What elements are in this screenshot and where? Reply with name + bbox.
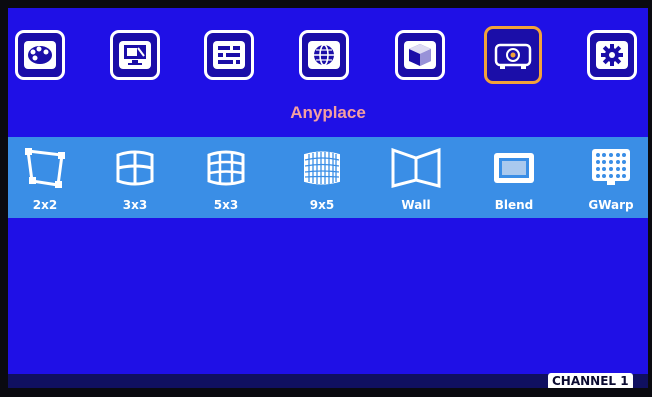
curved-grid-3x3-icon [116,150,154,186]
monitor-settings-icon[interactable] [110,30,160,80]
corner-points-icon [25,148,65,188]
sub-item-label: 2x2 [32,198,58,212]
curved-grid-9x5-icon [304,151,340,185]
sub-item-2x2[interactable]: 2x2 [8,137,82,218]
palette-icon[interactable] [15,30,65,80]
gear-icon[interactable] [587,30,637,80]
osd-screen: Anyplace 2x2 3x3 5x3 9x5 Wall Blend GWar… [8,8,648,388]
channel-badge: CHANNEL 1 [548,373,633,388]
sub-item-3x3[interactable]: 3x3 [98,137,172,218]
projector-icon[interactable] [484,26,542,84]
sub-item-label: 5x3 [213,198,239,212]
sub-item-wall[interactable]: Wall [379,137,453,218]
3d-cube-icon[interactable] [395,30,445,80]
sub-item-label: 9x5 [309,198,335,212]
input-sliders-icon[interactable] [204,30,254,80]
curved-grid-5x3-icon [207,150,245,186]
sub-menu-bar: 2x2 3x3 5x3 9x5 Wall Blend GWarp [8,137,648,218]
sub-item-gwarp[interactable]: GWarp [574,137,648,218]
sub-item-label: 3x3 [122,198,148,212]
top-menu [8,26,648,88]
sub-item-label: Wall [401,198,431,212]
corner-wall-icon [391,147,441,188]
sub-item-label: Blend [494,198,534,212]
sub-item-9x5[interactable]: 9x5 [285,137,359,218]
sub-item-blend[interactable]: Blend [477,137,551,218]
dot-grid-monitor-icon [592,149,630,185]
sub-item-5x3[interactable]: 5x3 [189,137,263,218]
sub-item-label: GWarp [588,198,634,212]
edge-blend-icon [494,153,534,183]
menu-title: Anyplace [290,103,366,122]
globe-icon[interactable] [299,30,349,80]
